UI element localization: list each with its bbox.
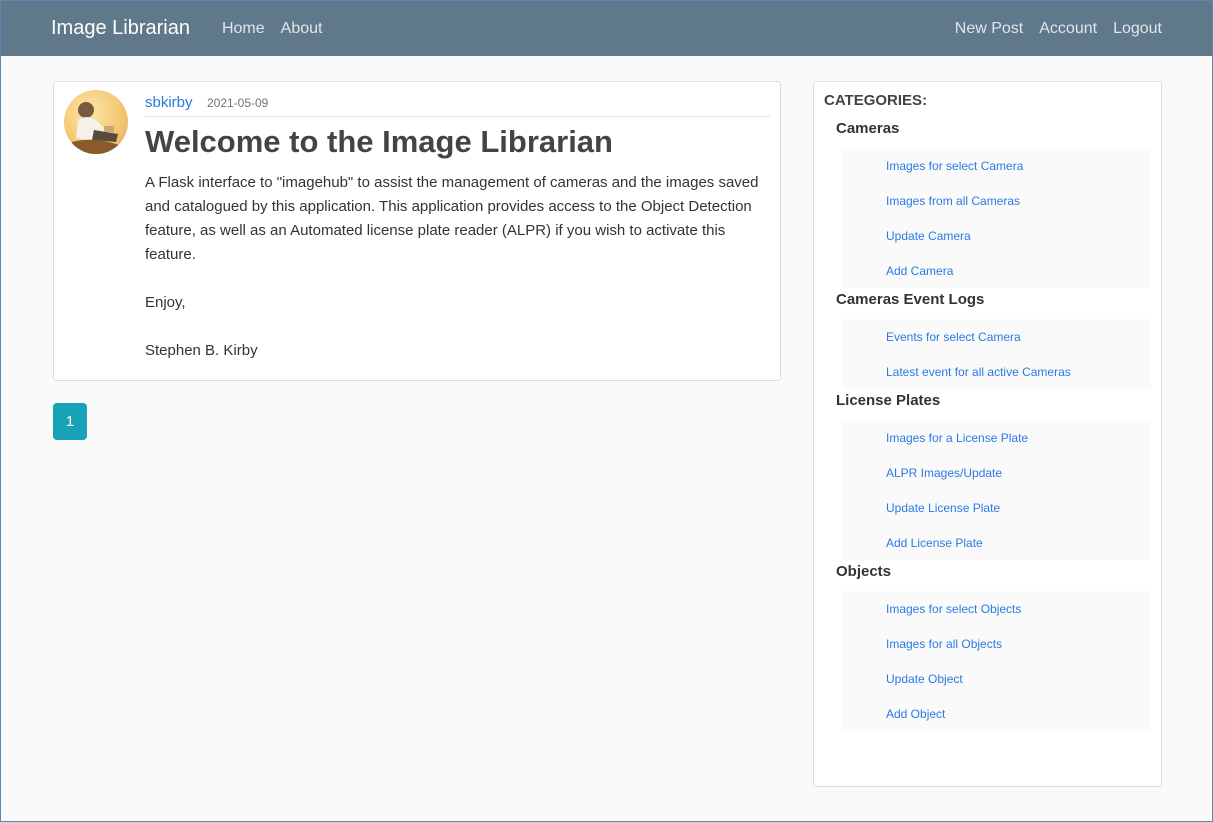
nav-right-group: New Post Account Logout — [939, 20, 1162, 38]
pagination-page-button[interactable]: 1 — [53, 403, 87, 440]
post-meta: sbkirby 2021-05-09 — [145, 94, 770, 117]
list-item: Update License Plate — [842, 490, 1151, 525]
cameras-link-list: Images for select Camera Images from all… — [842, 148, 1151, 288]
list-item: Update Object — [842, 661, 1151, 696]
post-paragraph: A Flask interface to "imagehub" to assis… — [145, 174, 759, 263]
link-images-all-objects[interactable]: Images for all Objects — [886, 637, 1002, 651]
group-title-cameras: Cameras — [836, 120, 900, 137]
list-item: ALPR Images/Update — [842, 455, 1151, 490]
link-add-license-plate[interactable]: Add License Plate — [886, 536, 983, 550]
categories-sidebar: CATEGORIES: Cameras Images for select Ca… — [813, 81, 1162, 787]
nav-about-link[interactable]: About — [281, 20, 323, 38]
brand-link[interactable]: Image Librarian — [51, 17, 190, 40]
post-paragraph: Stephen B. Kirby — [145, 342, 258, 359]
list-item: Add Object — [842, 696, 1151, 731]
post-content: A Flask interface to "imagehub" to assis… — [145, 171, 770, 363]
link-events-select-camera[interactable]: Events for select Camera — [886, 330, 1021, 344]
link-update-license-plate[interactable]: Update License Plate — [886, 501, 1000, 515]
nav-home-link[interactable]: Home — [222, 20, 265, 38]
link-images-all-cameras[interactable]: Images from all Cameras — [886, 194, 1020, 208]
top-navbar: Image Librarian Home About New Post Acco… — [1, 1, 1212, 56]
link-images-select-objects[interactable]: Images for select Objects — [886, 602, 1021, 616]
post-card: sbkirby 2021-05-09 Welcome to the Image … — [53, 81, 781, 381]
list-item: Images for all Objects — [842, 626, 1151, 661]
categories-heading: CATEGORIES: — [824, 92, 928, 109]
list-item: Images for select Objects — [842, 591, 1151, 626]
link-update-object[interactable]: Update Object — [886, 672, 963, 686]
post-title[interactable]: Welcome to the Image Librarian — [145, 123, 770, 161]
link-add-camera[interactable]: Add Camera — [886, 264, 953, 278]
link-alpr-images-update[interactable]: ALPR Images/Update — [886, 466, 1002, 480]
list-item: Update Camera — [842, 218, 1151, 253]
post-author-link[interactable]: sbkirby — [145, 94, 193, 111]
list-item: Images for a License Plate — [842, 420, 1151, 455]
link-add-object[interactable]: Add Object — [886, 707, 945, 721]
nav-logout-link[interactable]: Logout — [1113, 20, 1162, 38]
avatar — [64, 90, 128, 154]
link-images-select-camera[interactable]: Images for select Camera — [886, 159, 1023, 173]
license-plates-link-list: Images for a License Plate ALPR Images/U… — [842, 420, 1151, 560]
list-item: Events for select Camera — [842, 319, 1151, 354]
post-paragraph: Enjoy, — [145, 294, 186, 311]
link-images-license-plate[interactable]: Images for a License Plate — [886, 431, 1028, 445]
post-body: sbkirby 2021-05-09 Welcome to the Image … — [145, 94, 770, 387]
nav-new-post-link[interactable]: New Post — [955, 20, 1023, 38]
group-title-camera-event-logs: Cameras Event Logs — [836, 291, 985, 308]
link-update-camera[interactable]: Update Camera — [886, 229, 971, 243]
group-title-objects: Objects — [836, 563, 892, 580]
link-latest-event-all-cameras[interactable]: Latest event for all active Cameras — [886, 365, 1071, 379]
list-item: Images from all Cameras — [842, 183, 1151, 218]
objects-link-list: Images for select Objects Images for all… — [842, 591, 1151, 731]
nav-account-link[interactable]: Account — [1039, 20, 1097, 38]
list-item: Images for select Camera — [842, 148, 1151, 183]
post-date: 2021-05-09 — [206, 96, 269, 110]
event-logs-link-list: Events for select Camera Latest event fo… — [842, 319, 1151, 389]
